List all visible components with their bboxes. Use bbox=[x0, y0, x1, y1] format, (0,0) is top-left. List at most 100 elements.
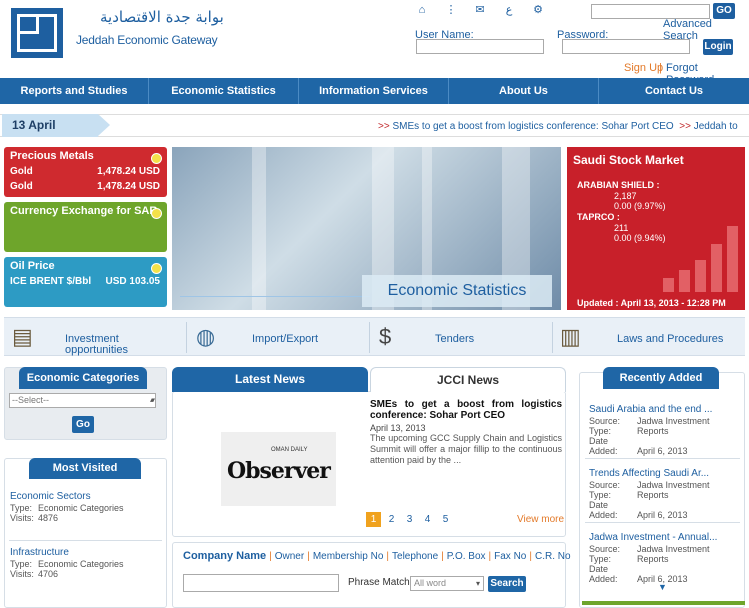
top-search-go-button[interactable]: GO bbox=[713, 3, 735, 19]
gear-icon[interactable]: ⚙ bbox=[531, 4, 545, 16]
quick-link-import-export[interactable]: ◍ Import/Export bbox=[188, 318, 368, 357]
play-icon[interactable] bbox=[151, 263, 162, 274]
list-item[interactable]: Trends Affecting Saudi Ar... Source: Jadw… bbox=[589, 468, 710, 520]
username-input[interactable] bbox=[416, 39, 544, 54]
type-label: Type: bbox=[589, 554, 612, 564]
globe-icon: ◍ bbox=[196, 324, 216, 349]
widget-title: Saudi Stock Market bbox=[573, 153, 684, 167]
logo-icon[interactable] bbox=[11, 8, 63, 58]
list-item[interactable]: Infrastructure Type: Economic Categories … bbox=[10, 547, 124, 579]
search-by-po-box[interactable]: P.O. Box bbox=[447, 551, 486, 562]
home-icon[interactable]: ⌂ bbox=[415, 4, 429, 16]
scroll-down-icon[interactable]: ▼ bbox=[658, 582, 667, 592]
category-select[interactable]: --Select-- bbox=[9, 393, 156, 408]
search-by-cr[interactable]: C.R. No bbox=[535, 551, 571, 562]
page-link[interactable]: 5 bbox=[438, 512, 453, 527]
nav-information-services[interactable]: Information Services bbox=[299, 78, 449, 104]
banner-caption[interactable]: Economic Statistics bbox=[362, 275, 552, 307]
source-value: Jadwa Investment bbox=[637, 480, 710, 490]
visits-label: Visits: bbox=[10, 569, 34, 579]
quick-link-label: Import/Export bbox=[252, 333, 319, 345]
search-by-company-name[interactable]: Company Name bbox=[183, 550, 266, 562]
list-item-title[interactable]: Infrastructure bbox=[10, 547, 124, 558]
tab-latest-news[interactable]: Latest News bbox=[172, 367, 368, 392]
signup-link[interactable]: Sign Up bbox=[624, 62, 663, 74]
news-pagination: 12345 bbox=[366, 512, 456, 527]
play-icon[interactable] bbox=[151, 153, 162, 164]
arabic-icon[interactable]: ع bbox=[502, 4, 516, 16]
list-item[interactable]: Jadwa Investment - Annual... Source: Jadw… bbox=[589, 532, 717, 584]
list-item-title[interactable]: Jadwa Investment - Annual... bbox=[589, 532, 717, 543]
visits-label: Visits: bbox=[10, 513, 34, 523]
page-link[interactable]: 4 bbox=[420, 512, 435, 527]
stock-company: ARABIAN SHIELD : bbox=[577, 180, 660, 190]
economic-categories-title: Economic Categories bbox=[19, 367, 147, 389]
visits-value: 4876 bbox=[38, 513, 59, 523]
logo-arabic-text: بوابة جدة الاقتصادية bbox=[100, 8, 224, 26]
search-by-owner[interactable]: Owner bbox=[275, 551, 304, 562]
money-bag-icon: $ bbox=[379, 324, 392, 349]
nav-reports[interactable]: Reports and Studies bbox=[0, 78, 149, 104]
list-item[interactable]: Economic Sectors Type: Economic Categorie… bbox=[10, 491, 124, 523]
quick-link-investment[interactable]: ▤ Investment opportunities bbox=[4, 318, 184, 357]
page-link[interactable]: 3 bbox=[402, 512, 417, 527]
category-go-button[interactable]: Go bbox=[72, 416, 94, 433]
date-added-label: Date Added: bbox=[589, 436, 618, 456]
ticker-item[interactable]: SMEs to get a boost from logistics confe… bbox=[392, 121, 673, 132]
sitemap-icon[interactable]: ⋮ bbox=[444, 4, 458, 16]
source-label: Source: bbox=[589, 416, 621, 426]
stock-change: 0.00 (9.94%) bbox=[614, 233, 666, 243]
search-by-membership[interactable]: Membership No bbox=[313, 551, 384, 562]
list-item-title[interactable]: Economic Sectors bbox=[10, 491, 124, 502]
currency-exchange-widget[interactable]: Currency Exchange for SAR bbox=[4, 202, 167, 252]
view-more-link[interactable]: View more bbox=[517, 514, 564, 525]
news-image[interactable]: OMAN DAILY Observer bbox=[221, 432, 336, 506]
nav-contact-us[interactable]: Contact Us bbox=[599, 78, 749, 104]
newspaper-small-label: OMAN DAILY bbox=[271, 447, 308, 453]
nav-about-us[interactable]: About Us bbox=[449, 78, 599, 104]
hero-banner[interactable]: Economic Statistics bbox=[172, 147, 561, 310]
newspaper-logo: Observer bbox=[227, 458, 331, 484]
oil-name: ICE BRENT $/Bbl bbox=[10, 276, 92, 287]
oil-row: ICE BRENT $/Bbl USD 103.05 bbox=[10, 276, 160, 287]
visits-value: 4706 bbox=[38, 569, 59, 579]
metal-name: Gold bbox=[10, 166, 33, 177]
password-input[interactable] bbox=[562, 39, 690, 54]
tab-jcci-news[interactable]: JCCI News bbox=[370, 367, 566, 392]
directory-search-button[interactable]: Search bbox=[488, 576, 526, 592]
source-label: Source: bbox=[589, 544, 621, 554]
phrase-match-select[interactable]: All word bbox=[410, 576, 484, 591]
news-headline[interactable]: SMEs to get a boost from logistics confe… bbox=[370, 399, 562, 421]
list-item[interactable]: Saudi Arabia and the end ... Source: Jadw… bbox=[589, 404, 712, 456]
most-visited-title: Most Visited bbox=[29, 458, 141, 479]
play-icon[interactable] bbox=[151, 208, 162, 219]
page-link[interactable]: 2 bbox=[384, 512, 399, 527]
chart-graphic bbox=[180, 207, 370, 297]
precious-metals-widget[interactable]: Precious Metals Gold 1,478.24 USD Gold 1… bbox=[4, 147, 167, 197]
quick-link-laws[interactable]: ▥ Laws and Procedures bbox=[554, 318, 744, 357]
green-widget-edge bbox=[582, 601, 745, 605]
ticker-text[interactable]: >> SMEs to get a boost from logistics co… bbox=[378, 121, 738, 132]
directory-search-input[interactable] bbox=[183, 574, 339, 592]
date-added-value: April 6, 2013 bbox=[637, 510, 688, 520]
nav-economic-statistics[interactable]: Economic Statistics bbox=[149, 78, 299, 104]
list-item-title[interactable]: Saudi Arabia and the end ... bbox=[589, 404, 712, 415]
recently-added-title: Recently Added bbox=[603, 367, 719, 389]
login-button[interactable]: Login bbox=[703, 39, 733, 55]
search-by-telephone[interactable]: Telephone bbox=[392, 551, 438, 562]
top-search-input[interactable] bbox=[591, 4, 710, 19]
quick-link-label: Laws and Procedures bbox=[617, 333, 724, 345]
page-link[interactable]: 1 bbox=[366, 512, 381, 527]
type-value: Economic Categories bbox=[38, 559, 124, 569]
source-label: Source: bbox=[589, 480, 621, 490]
stock-market-widget[interactable]: Saudi Stock Market ARABIAN SHIELD : 2,18… bbox=[567, 147, 745, 310]
mail-icon[interactable]: ✉ bbox=[473, 4, 487, 16]
directory-search-options: Company Name | Owner | Membership No | Telepho… bbox=[183, 550, 571, 562]
oil-price-widget[interactable]: Oil Price ICE BRENT $/Bbl USD 103.05 bbox=[4, 257, 167, 307]
search-by-fax[interactable]: Fax No bbox=[494, 551, 526, 562]
ticker-item[interactable]: Jeddah to bbox=[694, 121, 738, 132]
separator: | bbox=[659, 62, 662, 74]
quick-link-tenders[interactable]: $ Tenders bbox=[371, 318, 551, 357]
metal-row: Gold 1,478.24 USD bbox=[10, 181, 160, 192]
list-item-title[interactable]: Trends Affecting Saudi Ar... bbox=[589, 468, 710, 479]
